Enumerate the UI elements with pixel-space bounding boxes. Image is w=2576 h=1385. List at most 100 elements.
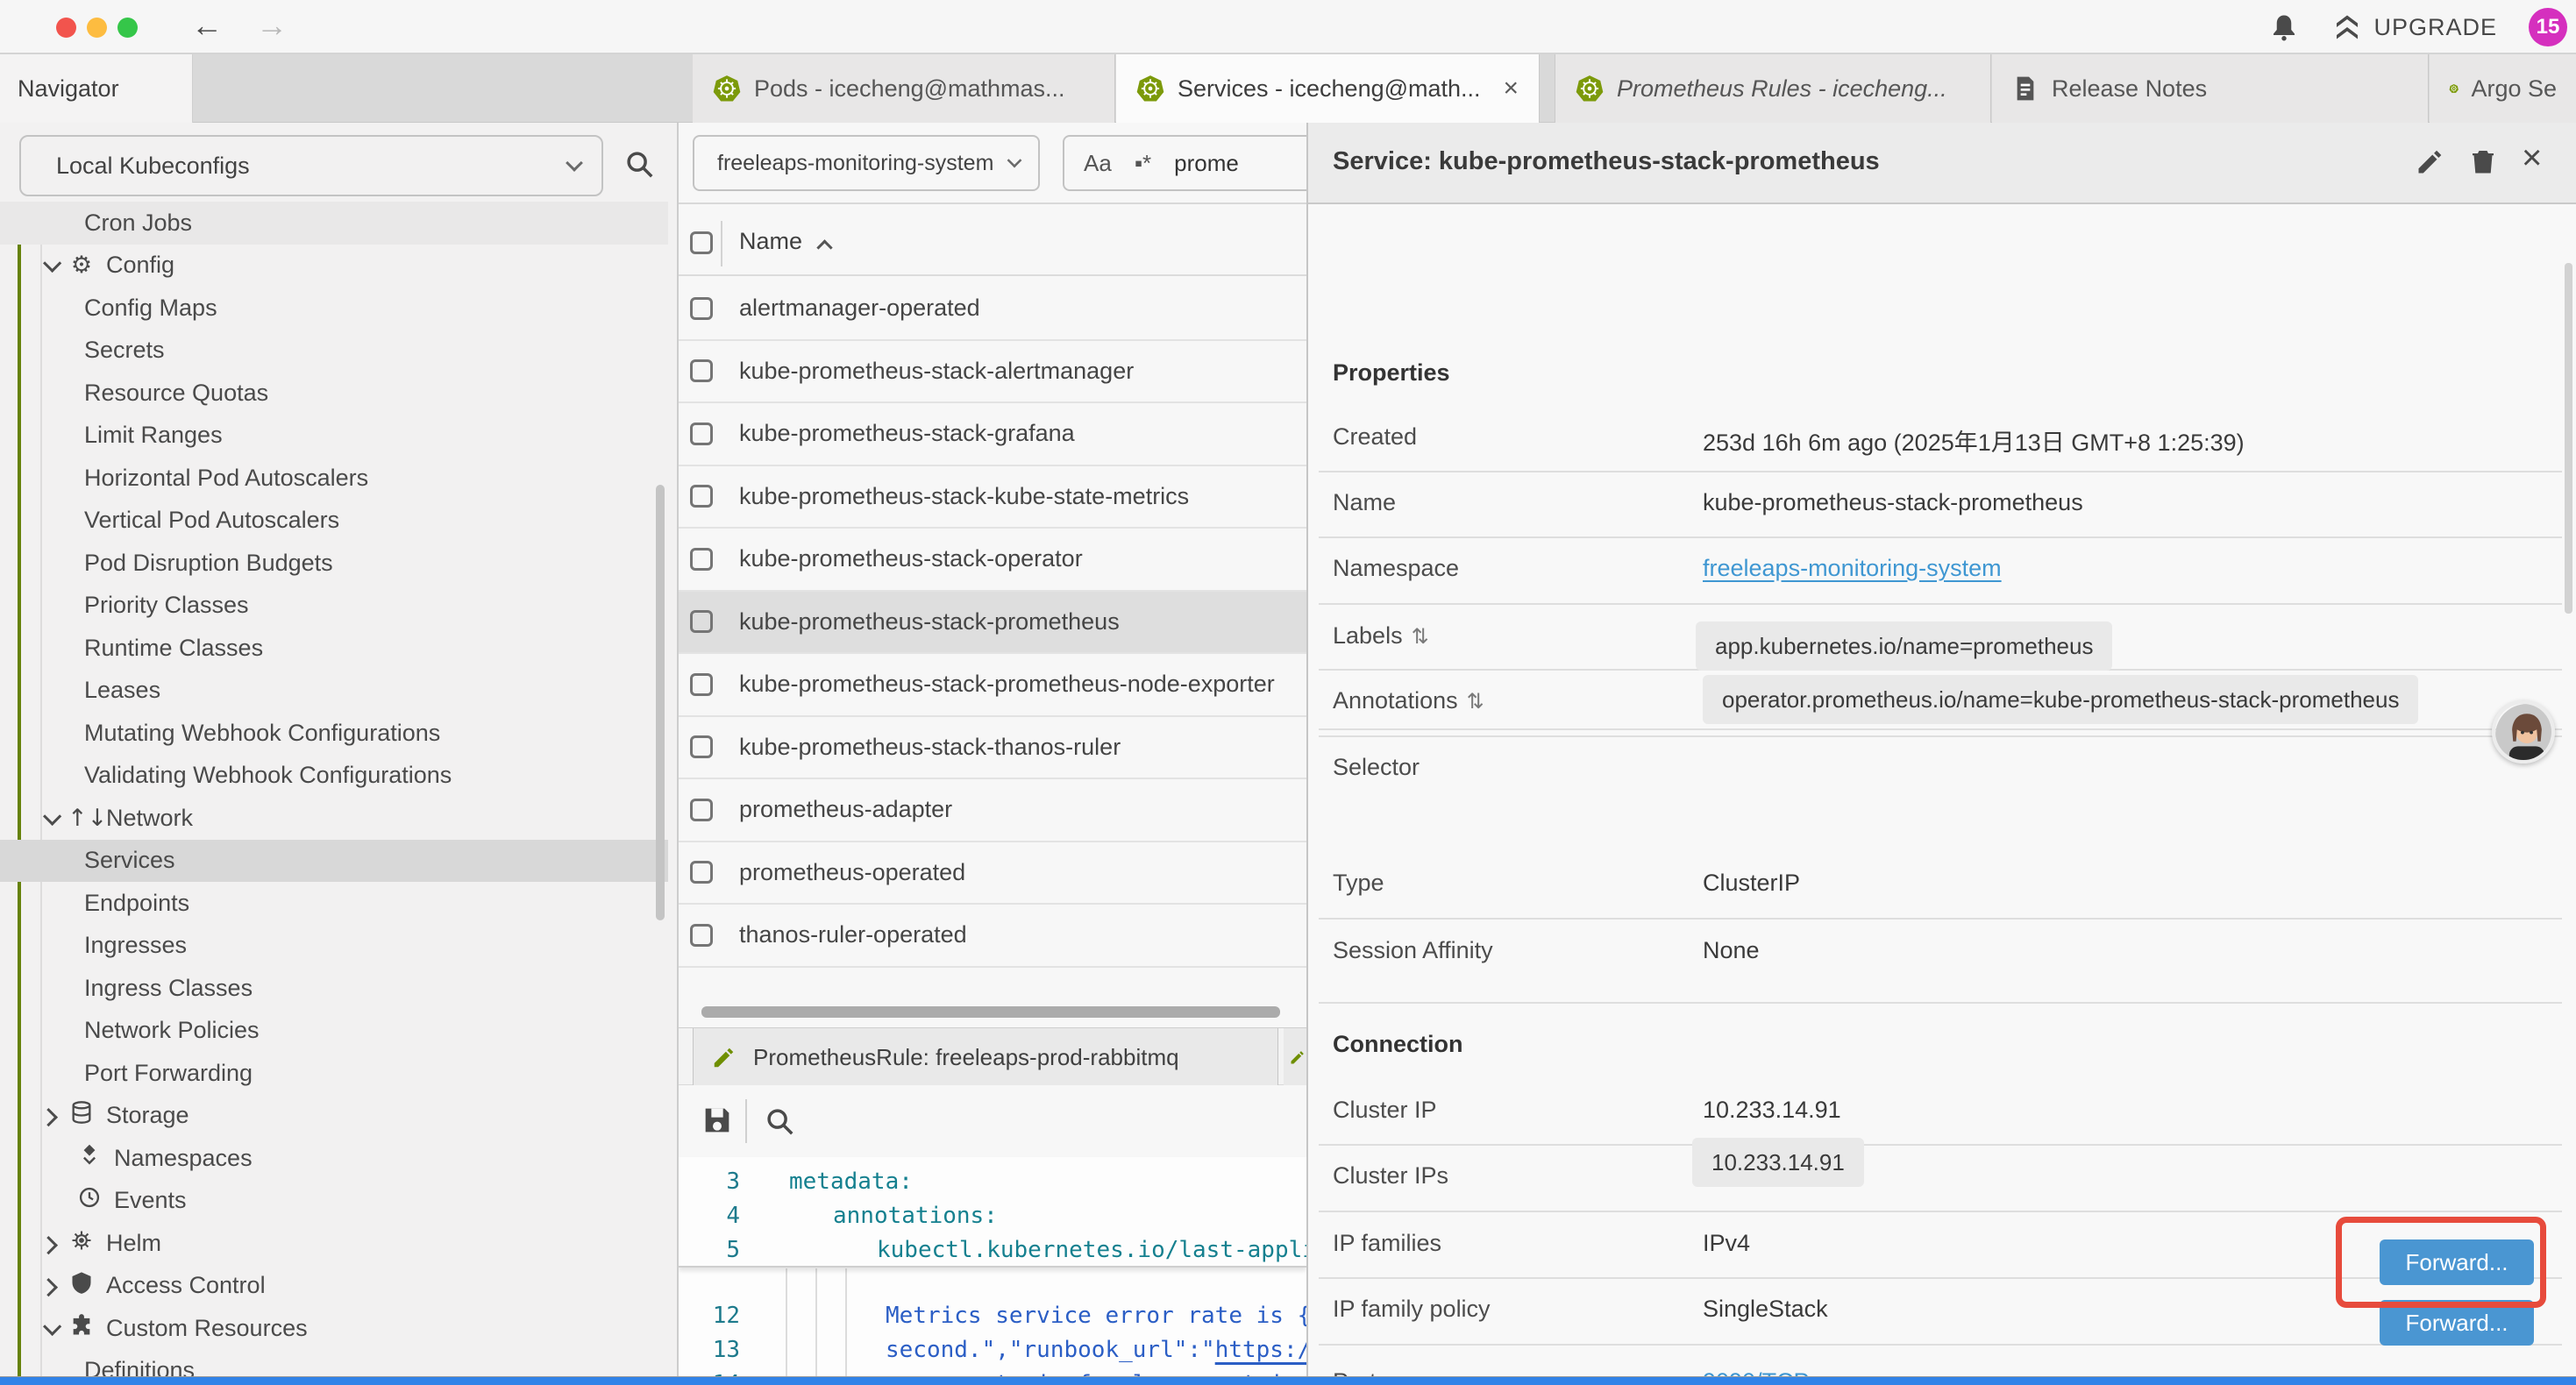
kubeconfig-selector[interactable]: Local Kubeconfigs	[19, 135, 603, 196]
match-case-toggle[interactable]: Aa	[1084, 150, 1112, 177]
sidebar-item-config-maps[interactable]: Config Maps	[0, 287, 668, 330]
sidebar-item-events[interactable]: Events	[0, 1180, 668, 1223]
row-checkbox[interactable]	[690, 359, 713, 382]
dock-tab-next[interactable]	[1284, 1028, 1306, 1086]
sidebar-item-endpoints[interactable]: Endpoints	[0, 882, 668, 925]
search-icon[interactable]	[623, 147, 656, 181]
sidebar-item-ingress-classes[interactable]: Ingress Classes	[0, 967, 668, 1010]
cluster-ip-label: Cluster IP	[1333, 1097, 1437, 1124]
search-filter-input[interactable]: Aa ▪* prome	[1063, 135, 1306, 191]
select-all-checkbox[interactable]	[690, 231, 713, 254]
sidebar-item-services[interactable]: Services	[0, 840, 668, 883]
sidebar-item-config[interactable]: ⚙Config	[0, 245, 668, 288]
horizontal-scrollbar[interactable]	[701, 1006, 1280, 1018]
selector-badge: operator.prometheus.io/name=kube-prometh…	[1703, 675, 2418, 724]
trash-icon[interactable]	[2467, 146, 2499, 177]
row-checkbox[interactable]	[690, 861, 713, 884]
yaml-editor[interactable]: 11 0", for: "nm", labels :{ service : 3 …	[679, 1157, 1306, 1376]
search-icon[interactable]	[763, 1104, 796, 1138]
sidebar-item-validating-webhook-configurations[interactable]: Validating Webhook Configurations	[0, 755, 668, 798]
save-icon[interactable]	[700, 1103, 735, 1138]
close-tab-icon[interactable]: ×	[1504, 74, 1519, 103]
sidebar-item-definitions[interactable]: Definitions	[0, 1350, 668, 1377]
tab-release-notes[interactable]: Release Notes	[1992, 54, 2429, 123]
sidebar-item-custom-resources[interactable]: Custom Resources	[0, 1307, 668, 1350]
tab-pods[interactable]: Pods - icecheng@mathmas...	[693, 54, 1115, 123]
table-row[interactable]: kube-prometheus-stack-grafana	[679, 403, 1306, 466]
sidebar-item-secrets[interactable]: Secrets	[0, 330, 668, 373]
drawer-scrollbar[interactable]	[2565, 263, 2572, 614]
close-drawer-icon[interactable]: ×	[2522, 138, 2542, 178]
row-checkbox[interactable]	[690, 799, 713, 821]
tab-services[interactable]: Services - icecheng@math... ×	[1116, 54, 1540, 123]
gear-icon: ⚙	[68, 252, 96, 279]
row-checkbox[interactable]	[690, 610, 713, 633]
table-row[interactable]: alertmanager-operated	[679, 278, 1306, 341]
bell-icon[interactable]	[2268, 11, 2300, 43]
avatar[interactable]	[2492, 700, 2555, 764]
row-checkbox[interactable]	[690, 485, 713, 508]
sidebar-item-resource-quotas[interactable]: Resource Quotas	[0, 372, 668, 415]
port-link-9090[interactable]: 9090/TCP	[1703, 1368, 1810, 1376]
sidebar-item-access-control[interactable]: Access Control	[0, 1265, 668, 1308]
row-checkbox[interactable]	[690, 673, 713, 696]
row-checkbox[interactable]	[690, 297, 713, 320]
table-row[interactable]: kube-prometheus-stack-alertmanager	[679, 341, 1306, 404]
table-row-selected[interactable]: kube-prometheus-stack-prometheus	[679, 592, 1306, 655]
expand-updown-icon[interactable]: ⇅	[1412, 624, 1429, 649]
expand-updown-icon[interactable]: ⇅	[1467, 689, 1484, 714]
chevron-down-icon	[43, 1318, 61, 1336]
notification-badge[interactable]: 15	[2529, 8, 2567, 46]
sidebar-item-pod-disruption-budgets[interactable]: Pod Disruption Budgets	[0, 542, 668, 585]
arrows-updown-icon: ↑↓	[68, 805, 96, 832]
name-column-header[interactable]: Name	[739, 228, 802, 255]
tab-navigator[interactable]: Navigator	[0, 54, 193, 123]
row-checkbox[interactable]	[690, 548, 713, 571]
namespace-link[interactable]: freeleaps-monitoring-system	[1703, 555, 2002, 582]
sidebar-item-namespaces[interactable]: Namespaces	[0, 1137, 668, 1180]
code-link[interactable]: https://net	[1215, 1337, 1306, 1363]
edit-pencil-icon[interactable]	[2415, 146, 2446, 177]
sidebar-item-storage[interactable]: Storage	[0, 1095, 668, 1138]
sidebar-item-port-forwarding[interactable]: Port Forwarding	[0, 1052, 668, 1095]
row-checkbox[interactable]	[690, 924, 713, 947]
sort-ascending-icon[interactable]	[816, 239, 832, 255]
table-row[interactable]: kube-prometheus-stack-thanos-ruler	[679, 717, 1306, 780]
table-row[interactable]: kube-prometheus-stack-operator	[679, 529, 1306, 592]
traffic-light-zoom-icon[interactable]	[117, 18, 138, 38]
table-row[interactable]: prometheus-operated	[679, 842, 1306, 906]
sidebar-item-network-policies[interactable]: Network Policies	[0, 1010, 668, 1053]
sidebar-item-helm[interactable]: Helm	[0, 1222, 668, 1265]
regex-toggle[interactable]: ▪*	[1135, 150, 1151, 177]
forward-arrow-icon[interactable]: →	[256, 7, 288, 44]
tab-prometheus-rules[interactable]: Prometheus Rules - icecheng...	[1555, 54, 1991, 123]
upgrade-button[interactable]: UPGRADE	[2331, 11, 2497, 43]
sidebar-item-runtime-classes[interactable]: Runtime Classes	[0, 627, 668, 670]
code-line-3: 3 metadata:	[679, 1165, 1306, 1199]
table-row[interactable]: prometheus-adapter	[679, 779, 1306, 842]
cluster-ips-badge: 10.233.14.91	[1692, 1138, 1864, 1187]
sidebar-item-ingresses[interactable]: Ingresses	[0, 925, 668, 968]
table-row[interactable]: kube-prometheus-stack-kube-state-metrics	[679, 466, 1306, 529]
row-checkbox[interactable]	[690, 735, 713, 758]
back-arrow-icon[interactable]: ←	[191, 7, 223, 44]
sidebar-item-cron-jobs[interactable]: Cron Jobs	[0, 202, 668, 245]
sidebar-item-limit-ranges[interactable]: Limit Ranges	[0, 415, 668, 458]
tab-argo[interactable]: Argo Se	[2430, 54, 2576, 123]
edit-pencil-icon	[1289, 1046, 1306, 1069]
sidebar-item-network[interactable]: ↑↓Network	[0, 797, 668, 840]
dock-tab-prometheusrule[interactable]: PrometheusRule: freeleaps-prod-rabbitmq	[693, 1028, 1278, 1086]
traffic-light-close-icon[interactable]	[56, 18, 76, 38]
sidebar-item-vertical-pod-autoscalers[interactable]: Vertical Pod Autoscalers	[0, 500, 668, 543]
sidebar-item-mutating-webhook-configurations[interactable]: Mutating Webhook Configurations	[0, 712, 668, 755]
sidebar-item-leases[interactable]: Leases	[0, 670, 668, 713]
namespace-selector[interactable]: freeleaps-monitoring-system	[693, 135, 1040, 191]
table-row[interactable]: thanos-ruler-operated	[679, 905, 1306, 968]
table-row[interactable]: kube-prometheus-stack-prometheus-node-ex…	[679, 654, 1306, 717]
traffic-light-minimize-icon[interactable]	[87, 18, 107, 38]
row-checkbox[interactable]	[690, 423, 713, 445]
sidebar-item-horizontal-pod-autoscalers[interactable]: Horizontal Pod Autoscalers	[0, 457, 668, 500]
sidebar-scrollbar[interactable]	[656, 485, 665, 920]
code-line-12: 12 Metrics service error rate is {{ $va	[679, 1299, 1306, 1333]
sidebar-item-priority-classes[interactable]: Priority Classes	[0, 585, 668, 628]
